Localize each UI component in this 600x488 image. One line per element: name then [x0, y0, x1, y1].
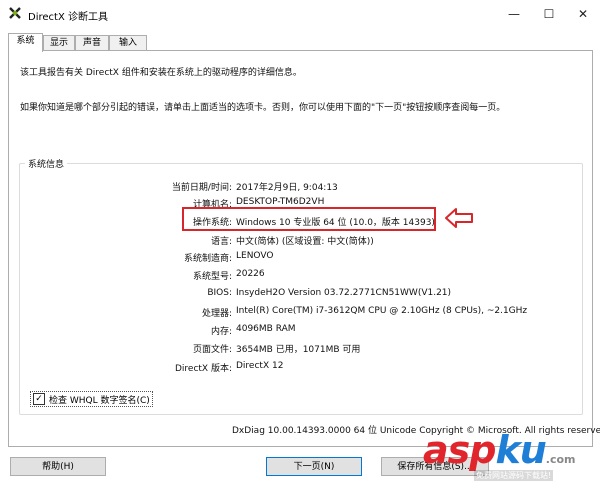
watermark-suffix: .com — [545, 453, 576, 466]
tab-input[interactable]: 输入 — [109, 35, 147, 51]
intro-text-2: 如果你知道是哪个部分引起的错误，请单击上面适当的选项卡。否则，你可以使用下面的"… — [20, 103, 506, 113]
whql-checkbox[interactable]: ✓ 检查 WHQL 数字签名(C) — [30, 391, 153, 407]
system-info-group — [19, 163, 583, 415]
watermark-text-a: asp — [423, 428, 496, 472]
intro-text-1: 该工具报告有关 DirectX 组件和安装在系统上的驱动程序的详细信息。 — [20, 68, 302, 78]
checkbox-check-icon: ✓ — [33, 393, 45, 405]
tab-system[interactable]: 系统 — [8, 33, 43, 52]
maximize-icon: ☐ — [543, 6, 555, 21]
minimize-icon: — — [508, 6, 520, 21]
minimize-button[interactable]: — — [497, 0, 531, 27]
maximize-button[interactable]: ☐ — [532, 0, 566, 27]
help-button[interactable]: 帮助(H) — [10, 457, 106, 476]
tab-sound[interactable]: 声音 — [75, 35, 109, 51]
system-info-group-label: 系统信息 — [25, 157, 68, 170]
next-page-button[interactable]: 下一页(N) — [266, 457, 362, 476]
tab-display[interactable]: 显示 — [43, 35, 75, 51]
watermark-text-b: ku — [495, 428, 546, 472]
whql-checkbox-label: 检查 WHQL 数字签名(C) — [49, 395, 150, 406]
close-button[interactable]: ✕ — [566, 0, 600, 27]
arrow-left-icon — [444, 206, 474, 230]
close-icon: ✕ — [577, 6, 589, 21]
os-highlight-box — [182, 207, 436, 231]
directx-app-icon — [9, 7, 21, 19]
aspku-watermark-logo: aspku.com — [423, 430, 576, 470]
watermark-subtitle: 免费网站源码下载站! — [474, 470, 554, 481]
window-title: DirectX 诊断工具 — [28, 12, 108, 23]
